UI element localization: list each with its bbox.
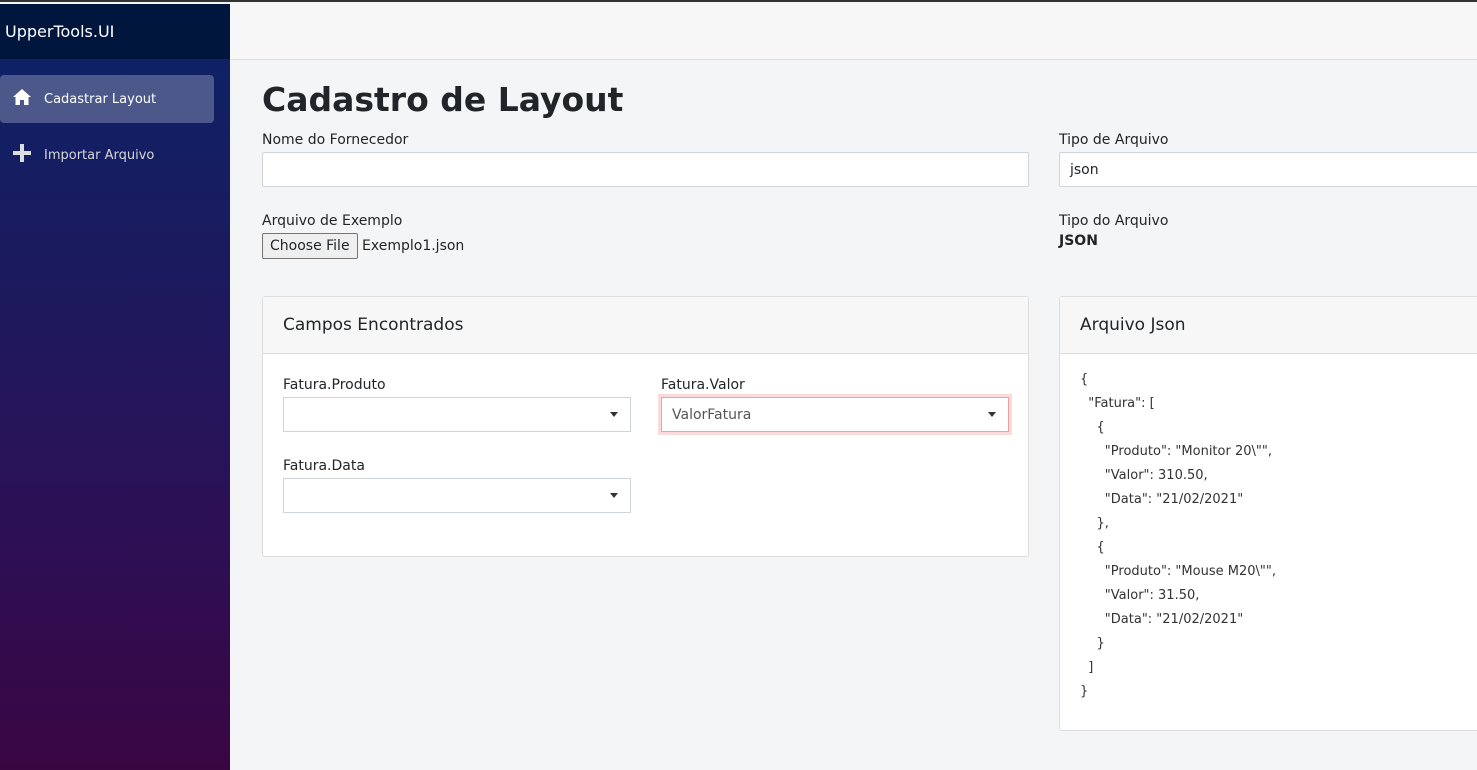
data-select[interactable]: [283, 478, 631, 513]
field-label: Fatura.Data: [283, 458, 365, 474]
tipo-do-arquivo-label: Tipo do Arquivo: [1059, 213, 1169, 229]
sidebar-item-label: Importar Arquivo: [44, 147, 155, 163]
caret-down-icon: [610, 412, 618, 417]
fornecedor-label: Nome do Fornecedor: [262, 132, 409, 148]
brand[interactable]: UpperTools.UI: [0, 4, 230, 59]
sidebar-item-cadastrar-layout[interactable]: Cadastrar Layout: [0, 75, 214, 123]
tipo-arquivo-input[interactable]: json: [1059, 152, 1477, 187]
home-icon: [12, 88, 32, 110]
file-name: Exemplo1.json: [362, 238, 465, 254]
caret-down-icon: [610, 493, 618, 498]
sidebar-item-importar-arquivo[interactable]: Importar Arquivo: [0, 131, 214, 179]
main-content: Cadastro de Layout Nome do Fornecedor Ti…: [262, 60, 1477, 731]
field-label: Fatura.Produto: [283, 377, 386, 393]
sidebar: UpperTools.UI Cadastrar Layout Importar …: [0, 4, 230, 770]
arquivo-exemplo-label: Arquivo de Exemplo: [262, 213, 403, 229]
tipo-arquivo-label: Tipo de Arquivo: [1059, 132, 1169, 148]
field-label: Fatura.Valor: [661, 377, 745, 393]
json-card: Arquivo Json { "Fatura": [ { "Produto": …: [1059, 296, 1477, 731]
json-title: Arquivo Json: [1060, 297, 1477, 354]
campos-card: Campos Encontrados Fatura.Produto Fatura…: [262, 296, 1029, 557]
select-value: ValorFatura: [672, 406, 752, 423]
produto-select[interactable]: [283, 397, 631, 432]
sidebar-item-label: Cadastrar Layout: [44, 91, 157, 107]
choose-file-button[interactable]: Choose File: [262, 233, 358, 259]
json-content: { "Fatura": [ { "Produto": "Monitor 20\"…: [1080, 372, 1276, 699]
caret-down-icon: [988, 412, 996, 417]
valor-select[interactable]: ValorFatura: [661, 397, 1009, 432]
campos-title: Campos Encontrados: [263, 297, 1028, 354]
tipo-do-arquivo-value: JSON: [1059, 233, 1098, 249]
fornecedor-input[interactable]: [262, 152, 1029, 187]
plus-icon: [12, 143, 32, 167]
top-bar: [230, 4, 1477, 60]
